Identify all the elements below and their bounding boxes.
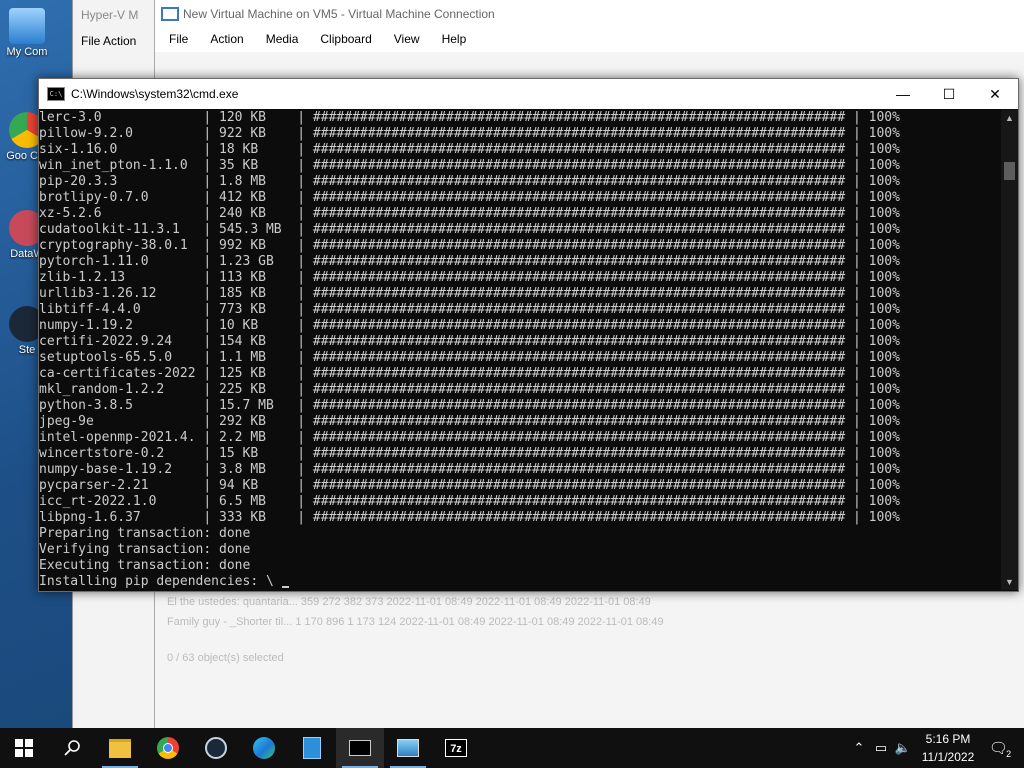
cmd-icon: C:\ xyxy=(47,87,65,101)
vm-connection-title: New Virtual Machine on VM5 - Virtual Mac… xyxy=(183,7,495,21)
computer-icon xyxy=(9,8,45,44)
console-package-line: wincertstore-0.2 | 15 KB | #############… xyxy=(39,446,900,461)
search-icon xyxy=(64,740,80,756)
console-package-line: lerc-3.0 | 120 KB | ####################… xyxy=(39,110,900,125)
console-package-line: brotlipy-0.7.0 | 412 KB | ##############… xyxy=(39,190,900,205)
system-tray: ⌃ ▭ 🔈 5:16 PM 11/1/2022 🗨 2 xyxy=(848,728,1024,768)
menu-clipboard[interactable]: Clipboard xyxy=(320,28,371,50)
search-button[interactable] xyxy=(48,728,96,768)
console-package-line: six-1.16.0 | 18 KB | ###################… xyxy=(39,142,900,157)
console-package-line: certifi-2022.9.24 | 154 KB | ###########… xyxy=(39,334,900,349)
chrome-icon xyxy=(157,737,179,759)
chevron-up-icon[interactable]: ⌃ xyxy=(848,740,870,756)
console-status-line: Executing transaction: done xyxy=(39,558,251,573)
taskbar-hyperv[interactable] xyxy=(384,728,432,768)
console-package-line: win_inet_pton-1.1.0 | 35 KB | ##########… xyxy=(39,158,900,173)
minimize-button[interactable]: — xyxy=(880,79,926,109)
console-package-line: icc_rt-2022.1.0 | 6.5 MB | #############… xyxy=(39,494,900,509)
volume-icon[interactable]: 🔈 xyxy=(892,740,914,756)
scroll-down-icon[interactable]: ▼ xyxy=(1001,574,1018,590)
hyperv-manager-icon xyxy=(397,739,419,757)
console-package-line: pillow-9.2.0 | 922 KB | ################… xyxy=(39,126,900,141)
console-package-line: python-3.8.5 | 15.7 MB | ###############… xyxy=(39,398,900,413)
desktop-icon-label: My Com xyxy=(6,46,48,58)
clock[interactable]: 5:16 PM 11/1/2022 xyxy=(914,730,982,766)
console-output[interactable]: lerc-3.0 | 120 KB | ####################… xyxy=(39,110,1001,590)
taskbar-building-app[interactable] xyxy=(288,728,336,768)
cmd-icon xyxy=(349,740,371,756)
background-file-list: El the ustedes: quantaria... 359 272 382… xyxy=(167,592,915,632)
taskbar-7zip[interactable]: 7z xyxy=(432,728,480,768)
list-item: El the ustedes: quantaria... 359 272 382… xyxy=(167,596,651,608)
text-cursor xyxy=(281,586,289,588)
menu-view[interactable]: View xyxy=(394,28,420,50)
vm-connection-menubar: File Action Media Clipboard View Help xyxy=(155,28,1024,50)
console-status-line: Preparing transaction: done xyxy=(39,526,251,541)
clock-time: 5:16 PM xyxy=(925,732,971,746)
notification-count: 2 xyxy=(1006,749,1012,759)
scrollbar-thumb[interactable] xyxy=(1004,162,1015,180)
console-package-line: urllib3-1.26.12 | 185 KB | #############… xyxy=(39,286,900,301)
hyperv-manager-title: Hyper-V M xyxy=(81,8,139,22)
console-status-line: Verifying transaction: done xyxy=(39,542,251,557)
cmd-titlebar[interactable]: C:\ C:\Windows\system32\cmd.exe — ☐ ✕ xyxy=(39,79,1018,109)
hyperv-manager-menu[interactable]: File Action xyxy=(73,30,163,52)
taskbar-cmd[interactable] xyxy=(336,728,384,768)
console-package-line: setuptools-65.5.0 | 1.1 MB | ###########… xyxy=(39,350,900,365)
monitor-icon xyxy=(161,7,179,21)
cmd-title: C:\Windows\system32\cmd.exe xyxy=(71,87,239,101)
console-package-line: libpng-1.6.37 | 333 KB | ###############… xyxy=(39,510,900,525)
console-package-line: numpy-base-1.19.2 | 3.8 MB | ###########… xyxy=(39,462,900,477)
edge-icon xyxy=(253,737,275,759)
scroll-up-icon[interactable]: ▲ xyxy=(1001,110,1018,126)
desktop-icon-my-computer[interactable]: My Com xyxy=(0,8,54,58)
console-package-line: pycparser-2.21 | 94 KB | ###############… xyxy=(39,478,900,493)
console-package-line: cudatoolkit-11.3.1 | 545.3 MB | ########… xyxy=(39,222,900,237)
notification-button[interactable]: 🗨 2 xyxy=(982,739,1024,759)
taskbar-file-explorer[interactable] xyxy=(96,728,144,768)
console-package-line: numpy-1.19.2 | 10 KB | #################… xyxy=(39,318,900,333)
close-button[interactable]: ✕ xyxy=(972,79,1018,109)
scrollbar[interactable]: ▲ ▼ xyxy=(1001,110,1018,590)
console-package-line: jpeg-9e | 292 KB | #####################… xyxy=(39,414,900,429)
steam-icon xyxy=(205,737,227,759)
building-app-icon xyxy=(303,737,321,759)
vm-connection-titlebar: New Virtual Machine on VM5 - Virtual Mac… xyxy=(155,0,1024,28)
file-explorer-icon xyxy=(109,738,131,758)
console-package-line: pytorch-1.11.0 | 1.23 GB | #############… xyxy=(39,254,900,269)
console-package-line: cryptography-38.0.1 | 992 KB | #########… xyxy=(39,238,900,253)
taskbar-chrome[interactable] xyxy=(144,728,192,768)
console-package-line: pip-20.3.3 | 1.8 MB | ##################… xyxy=(39,174,900,189)
taskbar-steam[interactable] xyxy=(192,728,240,768)
console-package-line: mkl_random-1.2.2 | 225 KB | ############… xyxy=(39,382,900,397)
clock-date: 11/1/2022 xyxy=(921,750,975,764)
taskbar-edge[interactable] xyxy=(240,728,288,768)
maximize-button[interactable]: ☐ xyxy=(926,79,972,109)
background-status-text: 0 / 63 object(s) selected xyxy=(167,652,284,664)
cmd-window[interactable]: C:\ C:\Windows\system32\cmd.exe — ☐ ✕ le… xyxy=(38,78,1019,592)
menu-media[interactable]: Media xyxy=(266,28,299,50)
menu-help[interactable]: Help xyxy=(442,28,467,50)
windows-icon xyxy=(15,739,33,757)
menu-action[interactable]: Action xyxy=(210,28,243,50)
console-package-line: xz-5.2.6 | 240 KB | ####################… xyxy=(39,206,900,221)
start-button[interactable] xyxy=(0,728,48,768)
console-prompt-line: Installing pip dependencies: \ xyxy=(39,574,1001,590)
list-item: Family guy - _Shorter til... 1 170 896 1… xyxy=(167,616,664,628)
taskbar: 7z ⌃ ▭ 🔈 5:16 PM 11/1/2022 🗨 2 xyxy=(0,728,1024,768)
7zip-icon: 7z xyxy=(445,739,467,757)
menu-file[interactable]: File xyxy=(169,28,188,50)
network-icon[interactable]: ▭ xyxy=(870,740,892,756)
console-package-line: ca-certificates-2022 | 125 KB | ########… xyxy=(39,366,900,381)
console-package-line: intel-openmp-2021.4. | 2.2 MB | ########… xyxy=(39,430,900,445)
console-package-line: libtiff-4.4.0 | 773 KB | ###############… xyxy=(39,302,900,317)
console-package-line: zlib-1.2.13 | 113 KB | #################… xyxy=(39,270,900,285)
